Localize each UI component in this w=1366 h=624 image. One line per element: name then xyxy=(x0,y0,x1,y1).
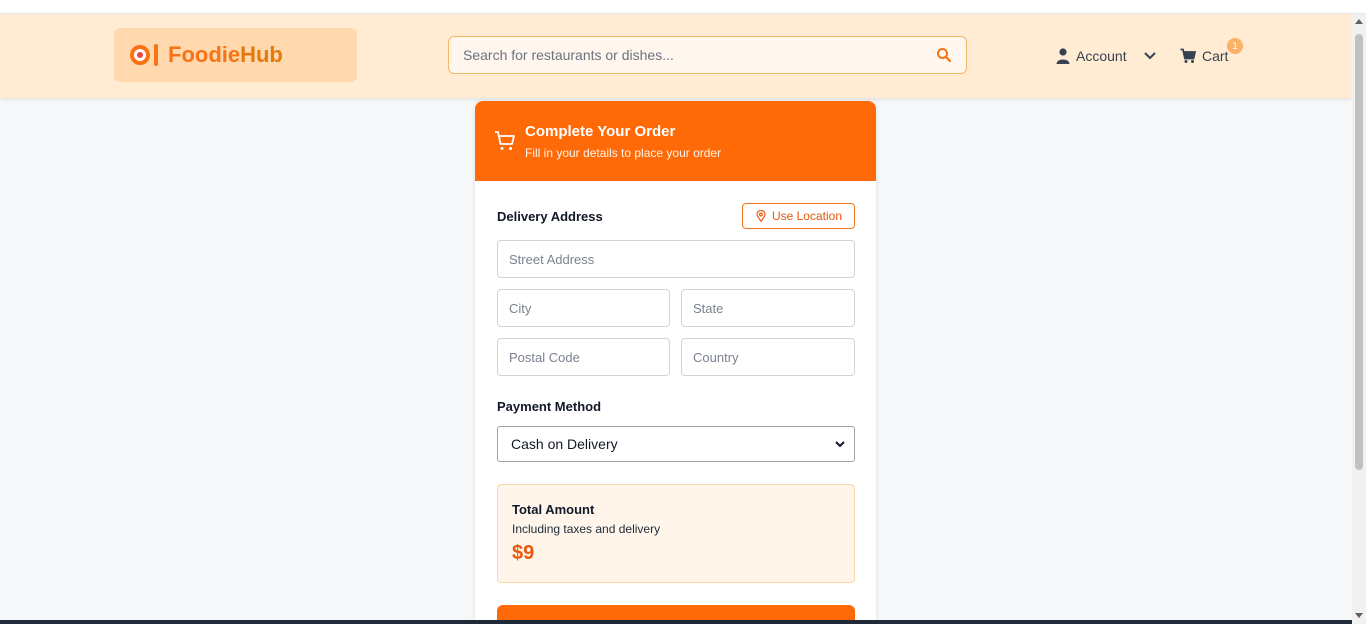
postal-code-input[interactable] xyxy=(497,338,670,376)
user-icon xyxy=(1056,48,1070,64)
logo-icon xyxy=(130,44,158,66)
cart-icon xyxy=(1180,48,1196,63)
brand-name: FoodieHub xyxy=(168,42,283,67)
total-amount-subtitle: Including taxes and delivery xyxy=(512,522,661,536)
payment-method-label: Payment Method xyxy=(497,399,602,414)
total-amount-box: Total Amount Including taxes and deliver… xyxy=(497,484,855,583)
account-label: Account xyxy=(1076,48,1127,64)
account-menu[interactable]: Account xyxy=(1056,46,1157,66)
page-scrollbar[interactable] xyxy=(1352,14,1366,624)
cart-link[interactable]: Cart xyxy=(1180,46,1228,66)
scroll-down-arrow[interactable] xyxy=(1355,613,1363,618)
total-amount-title: Total Amount xyxy=(512,502,595,517)
payment-method-select[interactable]: Cash on Delivery xyxy=(497,426,855,462)
state-input[interactable] xyxy=(681,289,855,327)
search-input[interactable] xyxy=(463,47,936,63)
scroll-thumb[interactable] xyxy=(1355,34,1363,470)
checkout-subtitle: Fill in your details to place your order xyxy=(525,145,722,160)
scroll-up-arrow[interactable] xyxy=(1355,19,1363,24)
checkout-header: Complete Your Order Fill in your details… xyxy=(475,101,876,181)
site-header: FoodieHub Account Cart xyxy=(0,14,1352,98)
delivery-address-row: Delivery Address Use Location xyxy=(497,203,855,229)
browser-top-strip xyxy=(0,0,1366,14)
use-location-button[interactable]: Use Location xyxy=(741,203,855,229)
checkout-title: Complete Your Order xyxy=(525,122,676,140)
checkout-card: Complete Your Order Fill in your details… xyxy=(475,101,876,624)
search-icon[interactable] xyxy=(936,47,952,63)
payment-method-value: Cash on Delivery xyxy=(511,436,618,452)
search-bar xyxy=(448,36,967,74)
use-location-label: Use Location xyxy=(771,209,842,223)
cart-icon xyxy=(495,131,515,150)
brand-logo[interactable]: FoodieHub xyxy=(114,28,357,82)
country-input[interactable] xyxy=(681,338,855,376)
street-address-input[interactable] xyxy=(497,240,855,278)
pin-icon xyxy=(756,210,766,222)
chevron-down-icon[interactable] xyxy=(1143,49,1157,63)
chevron-down-icon xyxy=(835,441,845,448)
total-amount-value: $9 xyxy=(512,542,535,564)
taskbar-strip xyxy=(0,620,1352,624)
cart-label: Cart xyxy=(1202,48,1229,64)
cart-count-badge: 1 xyxy=(1227,38,1243,54)
city-input[interactable] xyxy=(497,289,670,327)
delivery-address-label: Delivery Address xyxy=(497,208,603,224)
